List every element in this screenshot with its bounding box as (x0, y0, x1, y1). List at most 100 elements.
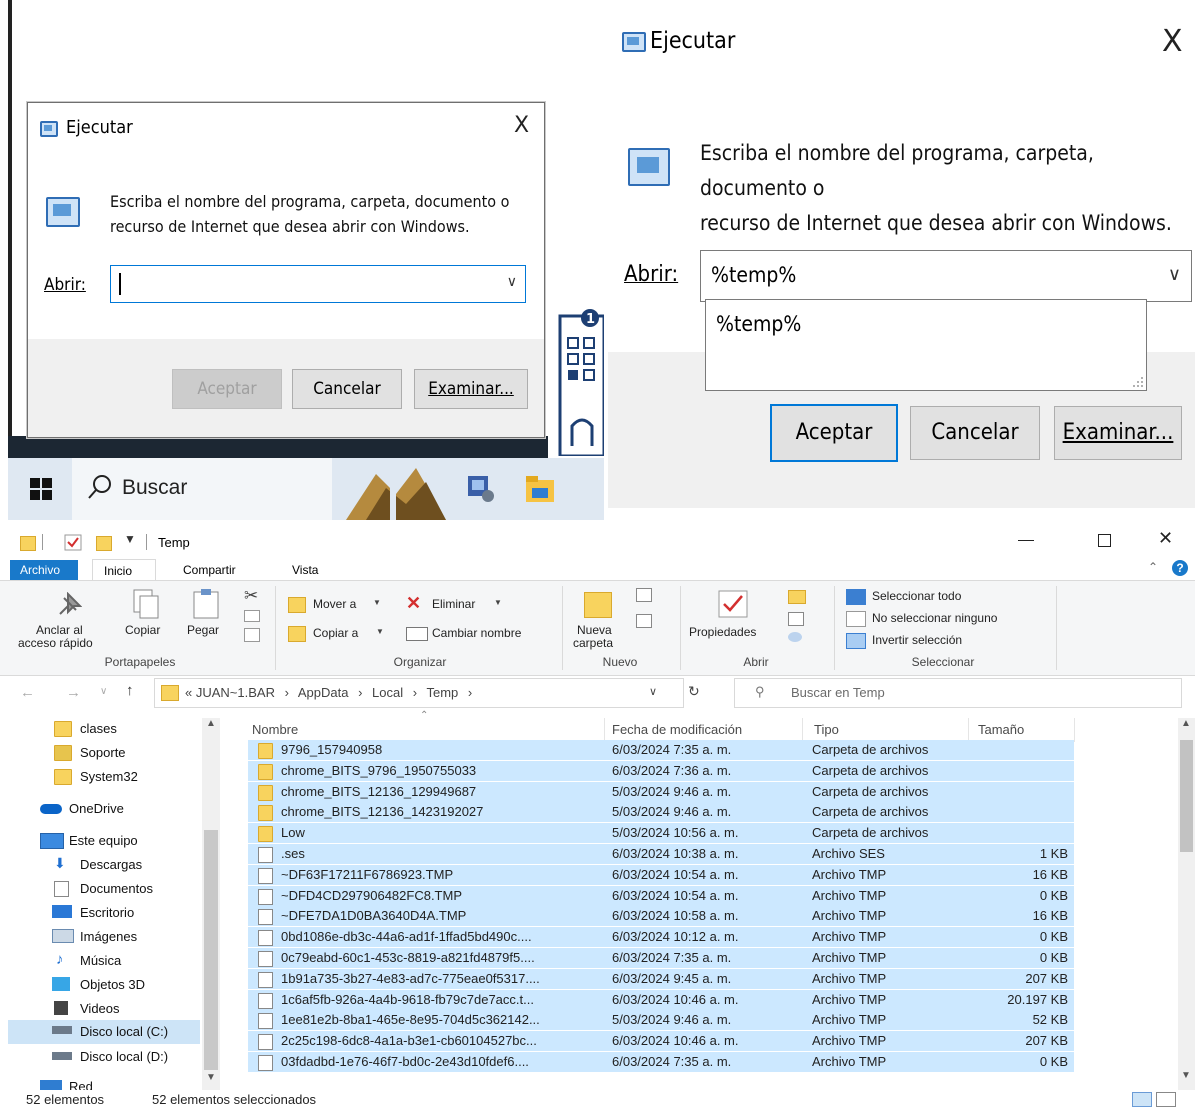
browse-button[interactable]: Examinar... (414, 369, 528, 409)
scroll-down-icon[interactable]: ▼ (1181, 1070, 1191, 1081)
close-button[interactable]: X (514, 113, 529, 138)
chevron-down-icon[interactable]: ▼ (373, 598, 381, 607)
breadcrumb-appdata[interactable]: AppData (298, 685, 349, 700)
breadcrumb-separator-icon[interactable]: › (407, 685, 423, 700)
table-row[interactable]: ~DFE7DA1D0BA3640D4A.TMP 6/03/2024 10:58 a… (248, 906, 1074, 927)
new-item-icon[interactable] (636, 588, 652, 602)
chevron-down-icon[interactable]: ∨ (1168, 264, 1181, 285)
nav-objetos-3d[interactable]: Objetos 3D (0, 974, 200, 996)
minimize-icon[interactable] (1018, 540, 1034, 541)
chevron-down-icon[interactable]: ▼ (494, 598, 502, 607)
table-row[interactable]: 1ee81e2b-8ba1-465e-8e95-704d5c362142... 5… (248, 1010, 1074, 1031)
details-view-icon[interactable] (1132, 1092, 1152, 1107)
select-none-button[interactable]: No seleccionar ninguno (872, 611, 997, 625)
table-row[interactable]: 9796_157940958 6/03/2024 7:35 a. m. Carpet… (248, 740, 1074, 760)
file-scroll-thumb[interactable] (1180, 740, 1193, 852)
nav-scrollbar[interactable]: ▲ ▼ (202, 718, 220, 1090)
file-explorer-taskbar-icon[interactable] (526, 476, 554, 502)
properties-quick-icon[interactable] (64, 534, 82, 551)
move-to-button[interactable]: Mover a (313, 597, 356, 611)
copy-button[interactable]: Copiar (125, 623, 160, 637)
nav-disco-c[interactable]: Disco local (C:) (8, 1020, 200, 1044)
delete-button[interactable]: Eliminar (432, 597, 475, 611)
breadcrumb-juan[interactable]: JUAN~1.BAR (196, 685, 275, 700)
search-box[interactable]: ⚲ Buscar en Temp (734, 678, 1182, 708)
chevron-down-icon[interactable]: ∨ (507, 274, 517, 290)
new-folder-quick-icon[interactable] (96, 536, 112, 551)
breadcrumb-local[interactable]: Local (372, 685, 403, 700)
table-row[interactable]: 1b91a735-3b27-4e83-ad7c-775eae0f5317....… (248, 968, 1074, 989)
column-divider[interactable] (802, 718, 803, 742)
copy-to-button[interactable]: Copiar a (313, 626, 358, 640)
paste-shortcut-icon[interactable] (244, 628, 260, 642)
nav-escritorio[interactable]: Escritorio (0, 902, 200, 924)
breadcrumb-temp[interactable]: Temp (426, 685, 458, 700)
column-header-date[interactable]: Fecha de modificación (612, 722, 742, 737)
network-computer-icon[interactable] (466, 474, 496, 504)
address-dropdown-icon[interactable]: ∨ (649, 685, 657, 698)
column-header-type[interactable]: Tipo (814, 722, 839, 737)
nav-soporte[interactable]: Soporte (0, 742, 200, 764)
cut-icon[interactable]: ✂ (244, 586, 258, 606)
nav-scroll-thumb[interactable] (204, 830, 218, 1070)
scroll-up-icon[interactable]: ▲ (1181, 718, 1191, 729)
breadcrumb-separator-icon[interactable]: › (279, 685, 295, 700)
column-divider[interactable] (968, 718, 969, 742)
select-all-button[interactable]: Seleccionar todo (872, 589, 961, 603)
table-row[interactable]: 0c79eabd-60c1-453c-8819-a821fd4879f5....… (248, 948, 1074, 968)
windows-start-icon[interactable] (30, 478, 52, 500)
table-row[interactable]: 1c6af5fb-926a-4a4b-9618-fb79c7de7acc.t..… (248, 989, 1074, 1010)
open-input-value[interactable]: %temp% (711, 263, 796, 287)
open-combobox[interactable]: ∨ (110, 265, 526, 303)
nav-clases[interactable]: clases (0, 718, 200, 740)
invert-selection-button[interactable]: Invertir selección (872, 633, 962, 647)
table-row[interactable]: Low 5/03/2024 10:56 a. m. Carpeta de archi… (248, 823, 1074, 844)
table-row[interactable]: .ses 6/03/2024 10:38 a. m. Archivo SES 1 KB (248, 844, 1074, 864)
edit-icon[interactable] (788, 612, 804, 626)
scroll-down-icon[interactable]: ▼ (206, 1072, 216, 1083)
table-row[interactable]: ~DFD4CD297906482FC8.TMP 6/03/2024 10:54 a… (248, 885, 1074, 906)
refresh-icon[interactable]: ↻ (688, 683, 700, 700)
nav-imagenes[interactable]: Imágenes (0, 926, 200, 948)
nav-documentos[interactable]: Documentos (0, 878, 200, 900)
properties-button[interactable]: Propiedades (689, 625, 756, 639)
tab-inicio[interactable]: Inicio (92, 559, 156, 582)
column-divider[interactable] (1074, 718, 1075, 742)
quick-access-dropdown-icon[interactable]: ▼ (124, 532, 136, 546)
close-icon[interactable]: ✕ (1158, 528, 1173, 549)
easy-access-icon[interactable] (636, 614, 652, 628)
column-header-size[interactable]: Tamaño (978, 722, 1024, 737)
nav-este-equipo[interactable]: Este equipo (0, 830, 200, 852)
paste-button[interactable]: Pegar (187, 623, 219, 637)
table-row[interactable]: chrome_BITS_12136_129949687 5/03/2024 9:4… (248, 781, 1074, 802)
up-arrow-icon[interactable]: ↑ (126, 682, 134, 699)
rename-button[interactable]: Cambiar nombre (432, 626, 521, 640)
nav-disco-d[interactable]: Disco local (D:) (0, 1046, 200, 1068)
help-icon[interactable]: ? (1172, 560, 1188, 576)
zoomed-close-button[interactable]: X (1162, 24, 1183, 59)
column-header-name[interactable]: Nombre (252, 722, 298, 737)
open-icon[interactable] (788, 590, 806, 604)
copy-path-icon[interactable] (244, 610, 260, 622)
column-divider[interactable] (604, 718, 605, 742)
back-arrow-icon[interactable]: ← (20, 684, 35, 701)
zoomed-browse-button[interactable]: Examinar... (1054, 406, 1182, 460)
zoomed-accept-button[interactable]: Aceptar (770, 404, 898, 462)
collapse-ribbon-icon[interactable]: ⌃ (1148, 560, 1158, 574)
forward-arrow-icon[interactable]: → (66, 684, 81, 701)
maximize-icon[interactable] (1098, 534, 1111, 547)
new-folder-button[interactable]: Nueva (577, 623, 612, 637)
accept-button[interactable]: Aceptar (172, 369, 282, 409)
table-row[interactable]: 0bd1086e-db3c-44a6-ad1f-1ffad5bd490c....… (248, 927, 1074, 948)
history-icon[interactable] (788, 632, 802, 642)
tab-archivo[interactable]: Archivo (10, 560, 78, 580)
search-placeholder[interactable]: Buscar en Temp (791, 685, 885, 700)
table-row[interactable]: chrome_BITS_9796_1950755033 6/03/2024 7:3… (248, 760, 1074, 781)
cancel-button[interactable]: Cancelar (292, 369, 402, 409)
nav-onedrive[interactable]: OneDrive (0, 798, 200, 820)
recent-locations-icon[interactable]: ∨ (100, 686, 107, 697)
pin-quick-access-button[interactable]: Anclar al (36, 623, 83, 637)
nav-system32[interactable]: System32 (0, 766, 200, 788)
tab-compartir[interactable]: Compartir (183, 563, 236, 577)
large-icons-view-icon[interactable] (1156, 1092, 1176, 1107)
